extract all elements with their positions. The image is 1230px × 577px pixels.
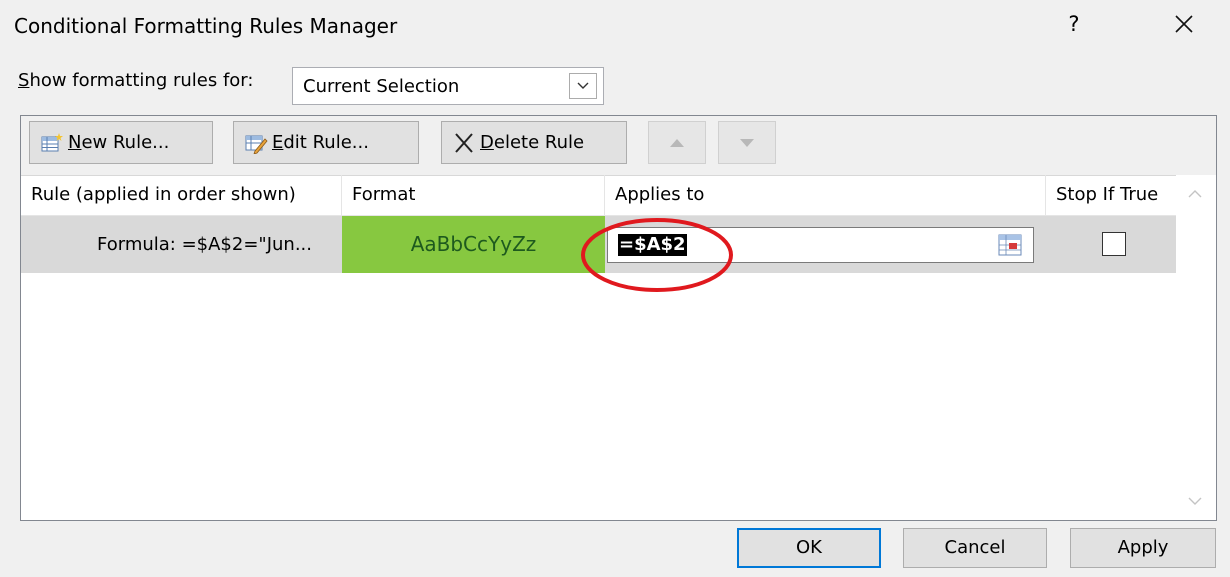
scroll-up-icon[interactable] (1188, 189, 1202, 198)
range-select-icon (998, 234, 1022, 256)
column-header-applies-to[interactable]: Applies to (605, 175, 1046, 215)
window-title: Conditional Formatting Rules Manager (14, 14, 398, 38)
close-button[interactable] (1168, 8, 1200, 40)
arrow-down-icon (740, 138, 754, 147)
new-rule-icon (41, 132, 63, 151)
edit-rule-button[interactable]: Edit Rule... (233, 121, 419, 164)
arrow-up-icon (670, 138, 684, 147)
edit-rule-text: dit Rule... (283, 132, 369, 153)
delete-rule-text: elete Rule (493, 132, 585, 153)
rule-cell[interactable]: Formula: =$A$2="Jun... (21, 216, 342, 273)
delete-rule-accel: D (480, 132, 494, 153)
scroll-down-icon[interactable] (1188, 497, 1202, 506)
show-rules-label-text: how formatting rules for: (29, 70, 254, 91)
new-rule-text: ew Rule... (81, 132, 170, 153)
ok-button[interactable]: OK (737, 528, 881, 568)
rule-row[interactable]: Formula: =$A$2="Jun... AaBbCcYyZz =$A$2 (21, 216, 1176, 273)
applies-to-input[interactable]: =$A$2 (607, 227, 1034, 263)
cancel-button[interactable]: Cancel (903, 528, 1047, 568)
rules-panel: New Rule... Edit Rule... Delete Rule Rul… (20, 115, 1217, 521)
chevron-down-icon (577, 82, 589, 89)
rules-toolbar: New Rule... Edit Rule... Delete Rule (21, 116, 1216, 176)
move-up-button[interactable] (648, 121, 706, 164)
show-rules-dropdown[interactable]: Current Selection (292, 67, 604, 105)
column-header-stop-if-true[interactable]: Stop If True (1046, 175, 1176, 215)
new-rule-label: New Rule... (68, 132, 169, 153)
help-button[interactable]: ? (1063, 12, 1085, 36)
applies-to-value: =$A$2 (618, 234, 687, 256)
delete-rule-button[interactable]: Delete Rule (441, 121, 627, 164)
move-down-button[interactable] (718, 121, 776, 164)
rules-grid-header: Rule (applied in order shown) Format App… (21, 175, 1176, 216)
new-rule-button[interactable]: New Rule... (29, 121, 213, 164)
dropdown-toggle[interactable] (569, 73, 597, 99)
edit-rule-label: Edit Rule... (272, 132, 369, 153)
column-header-format[interactable]: Format (342, 175, 605, 215)
show-rules-label-accel: S (18, 70, 30, 91)
delete-x-icon (455, 132, 473, 153)
show-rules-label: Show formatting rules for: (18, 70, 253, 91)
vertical-scrollbar[interactable] (1176, 175, 1216, 520)
format-preview-cell: AaBbCcYyZz (342, 216, 605, 273)
close-icon (1175, 15, 1193, 33)
edit-rule-icon (245, 135, 268, 154)
stop-if-true-checkbox[interactable] (1102, 232, 1126, 256)
title-bar: Conditional Formatting Rules Manager ? (0, 0, 1230, 56)
show-rules-value: Current Selection (303, 76, 460, 97)
range-select-button[interactable] (997, 233, 1023, 257)
delete-rule-label: Delete Rule (480, 132, 584, 153)
apply-button[interactable]: Apply (1070, 528, 1216, 568)
new-rule-accel: N (68, 132, 82, 153)
edit-rule-accel: E (272, 132, 284, 153)
column-header-rule[interactable]: Rule (applied in order shown) (21, 175, 342, 215)
